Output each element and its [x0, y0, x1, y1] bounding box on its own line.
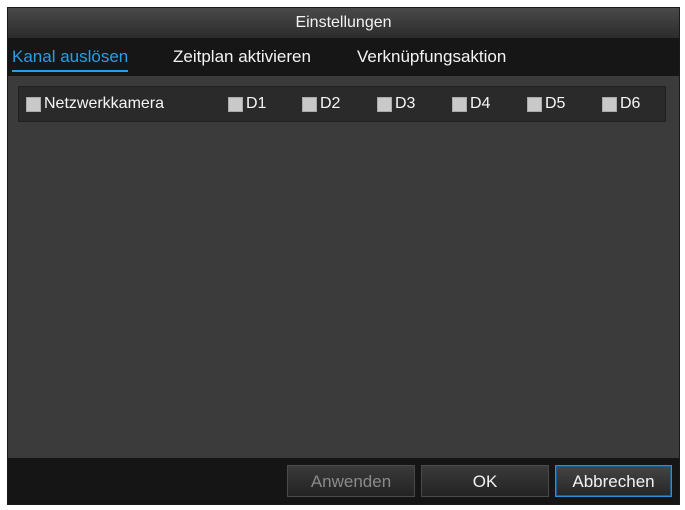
checkbox-icon [452, 96, 467, 112]
channel-d3-checkbox[interactable]: D3 [377, 86, 415, 122]
channel-d4-checkbox[interactable]: D4 [452, 86, 490, 122]
checkbox-label: D4 [470, 95, 491, 112]
channel-d1-checkbox[interactable]: D1 [228, 86, 266, 122]
tab-bar: Kanal auslösen Zeitplan aktivieren Verkn… [8, 38, 679, 76]
checkbox-icon [26, 96, 41, 112]
channel-selection-row: Netzwerkkamera D1 D2 D3 D4 D5 D6 [18, 86, 666, 122]
channel-d6-checkbox[interactable]: D6 [602, 86, 640, 122]
checkbox-icon [527, 96, 542, 112]
checkbox-icon [377, 96, 392, 112]
checkbox-label: D1 [246, 95, 267, 112]
checkbox-label: Netzwerkkamera [44, 95, 165, 112]
dialog-title: Einstellungen [8, 8, 679, 38]
tab-label: Kanal auslösen [12, 47, 129, 66]
cancel-button[interactable]: Abbrechen [555, 465, 672, 497]
apply-button[interactable]: Anwenden [287, 465, 415, 497]
content-panel: Netzwerkkamera D1 D2 D3 D4 D5 D6 [8, 76, 679, 458]
ok-button[interactable]: OK [421, 465, 549, 497]
checkbox-label: D6 [620, 95, 641, 112]
checkbox-label: D3 [395, 95, 416, 112]
tab-linkage-action[interactable]: Verknüpfungsaktion [357, 38, 506, 76]
checkbox-icon [602, 96, 617, 112]
tab-label: Zeitplan aktivieren [173, 47, 311, 66]
active-tab-underline [12, 70, 129, 72]
checkbox-label: D2 [320, 95, 341, 112]
dialog-footer: Anwenden OK Abbrechen [8, 458, 679, 504]
checkbox-label: D5 [545, 95, 566, 112]
channel-d2-checkbox[interactable]: D2 [302, 86, 340, 122]
settings-dialog: Einstellungen Kanal auslösen Zeitplan ak… [8, 8, 679, 504]
network-camera-checkbox[interactable]: Netzwerkkamera [26, 86, 164, 122]
checkbox-icon [228, 96, 243, 112]
tab-schedule[interactable]: Zeitplan aktivieren [173, 38, 311, 76]
tab-trigger-channel[interactable]: Kanal auslösen [12, 38, 129, 76]
checkbox-icon [302, 96, 317, 112]
channel-d5-checkbox[interactable]: D5 [527, 86, 565, 122]
tab-label: Verknüpfungsaktion [357, 47, 507, 66]
